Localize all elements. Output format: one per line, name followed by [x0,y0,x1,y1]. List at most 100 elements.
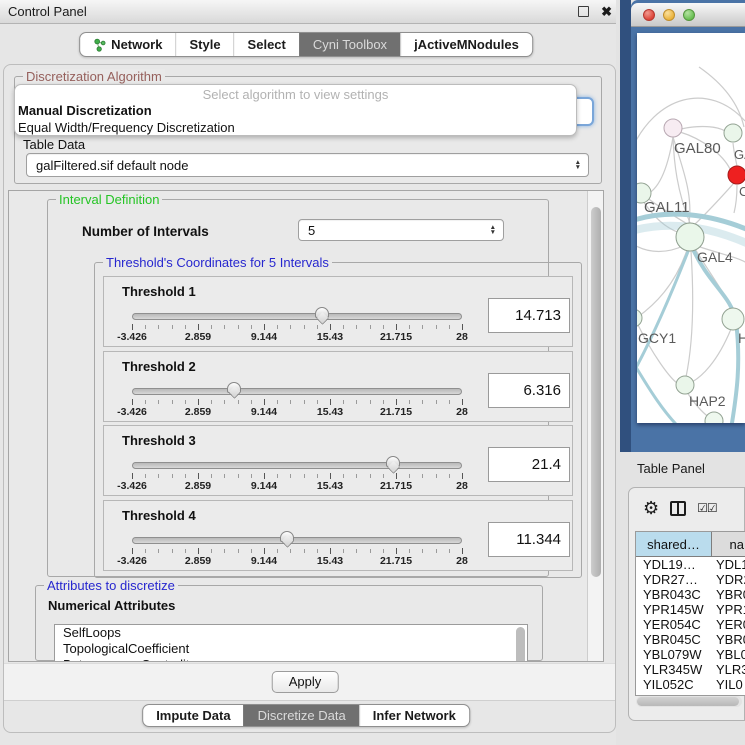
threshold-value-field[interactable] [488,298,570,333]
table-row[interactable]: YDR27…YDR2 [636,572,745,587]
tab-style[interactable]: Style [175,33,233,56]
slider-tick-label: 2.859 [185,406,211,418]
network-node[interactable] [728,166,745,184]
panel-title: Control Panel [8,4,87,19]
network-edge[interactable] [734,185,737,213]
list-scrollbar[interactable] [516,627,525,662]
table-row[interactable]: YLR345WYLR3 [636,662,745,677]
slider-track[interactable] [132,388,462,395]
tab-impute-data[interactable]: Impute Data [143,705,243,726]
tab-cyni-toolbox[interactable]: Cyni Toolbox [299,33,400,56]
threshold-value-field[interactable] [488,522,570,557]
threshold-value-field[interactable] [488,373,570,408]
network-node[interactable] [676,376,694,394]
table-hscrollbar[interactable] [636,696,742,707]
slider-thumb[interactable] [386,456,400,467]
attribute-item[interactable]: SelfLoops [55,625,527,641]
slider-tick [436,549,437,553]
slider-track[interactable] [132,537,462,544]
zoom-icon[interactable] [683,9,695,21]
slider-tick-label: -3.426 [117,331,147,343]
table-row[interactable]: YDL19…YDL1 [636,557,745,572]
close-icon[interactable]: ✖ [601,6,612,17]
table-row[interactable]: YBR045CYBR0 [636,632,745,647]
stepper-icon[interactable]: ▲▼ [490,225,496,235]
numerical-attributes-list[interactable]: SelfLoopsTopologicalCoefficientBetweenne… [54,624,528,662]
tab-label: Discretize Data [258,708,346,723]
panel-scrollbar[interactable] [587,191,604,661]
network-edge[interactable] [686,251,693,377]
checkbox-icon[interactable]: ☑☑ [697,501,717,515]
close-icon[interactable] [643,9,655,21]
popup-option[interactable]: Equal Width/Frequency Discretization [15,119,576,136]
slider-tick [449,474,450,478]
slider-track[interactable] [132,462,462,469]
slider-tick [198,473,199,479]
network-edge[interactable] [637,250,687,319]
threshold-card: Threshold 1-3.4262.8599.14415.4321.71528 [103,276,573,347]
stepper-icon[interactable]: ▲▼ [575,160,581,170]
table-header-name[interactable]: na [712,532,745,556]
table-header-shared[interactable]: shared… [636,532,712,556]
node-label: GCY1 [638,330,676,346]
slider-tick [343,474,344,478]
table-row[interactable]: YBL079WYBL0 [636,647,745,662]
network-edge[interactable] [692,329,731,382]
slider-tick [343,325,344,329]
hscrollbar-thumb[interactable] [637,697,739,706]
tab-label: Select [248,37,286,52]
slider-tick-label: 15.43 [317,480,343,492]
slider-tick [185,474,186,478]
threshold-label: Threshold 3 [122,433,196,448]
gear-icon[interactable]: ⚙ [643,499,659,517]
tab-jactivemnodules[interactable]: jActiveMNodules [400,33,532,56]
network-node[interactable] [705,412,723,423]
network-canvas[interactable]: GAL80GACGAL11GAL4GCY1HHAP2 [637,33,745,423]
cell-name: YBR0 [712,587,745,602]
slider-tick [330,324,331,330]
number-of-intervals-combobox[interactable]: 5 ▲▼ [298,219,504,241]
network-node[interactable] [676,223,704,251]
table-row[interactable]: YPR145WYPR1 [636,602,745,617]
slider-tick [264,473,265,479]
network-edge[interactable] [645,137,673,195]
tab-infer-network[interactable]: Infer Network [359,705,469,726]
thresholds-group: Threshold's Coordinates for 5 Intervals … [94,262,582,578]
attribute-item[interactable]: BetweennessCentrality [55,657,527,662]
slider-tick [277,325,278,329]
network-node[interactable] [724,124,742,142]
tab-select[interactable]: Select [234,33,299,56]
slider-thumb[interactable] [315,307,329,318]
network-edge[interactable] [699,67,744,127]
tab-network[interactable]: Network [80,33,175,56]
attribute-item[interactable]: TopologicalCoefficient [55,641,527,657]
tab-label: jActiveMNodules [414,37,519,52]
network-node[interactable] [722,308,744,330]
apply-button[interactable]: Apply [272,671,339,693]
popup-option[interactable]: Manual Discretization [15,102,576,119]
network-edge[interactable] [681,127,725,131]
network-edge-highlighted[interactable] [637,359,683,423]
threshold-card: Threshold 2-3.4262.8599.14415.4321.71528 [103,351,573,422]
threshold-value-field[interactable] [488,447,570,482]
split-view-icon[interactable] [670,501,686,516]
scrollbar-thumb[interactable] [591,207,601,577]
cell-shared-name: YBR045C [636,632,712,647]
slider-track[interactable] [132,313,462,320]
slider-tick-label: 2.859 [185,331,211,343]
table-data-combobox[interactable]: galFiltered.sif default node ▲▼ [26,153,589,177]
slider-tick [383,549,384,553]
network-node[interactable] [664,119,682,137]
network-edge-highlighted[interactable] [637,249,689,377]
float-icon[interactable] [578,6,589,17]
minimize-icon[interactable] [663,9,675,21]
slider-tick-label: 21.715 [380,406,412,418]
slider-thumb[interactable] [227,382,241,393]
network-node[interactable] [637,309,642,327]
table-row[interactable]: YBR043CYBR0 [636,587,745,602]
slider-thumb[interactable] [280,531,294,542]
slider-tick [145,325,146,329]
table-row[interactable]: YER054CYER0 [636,617,745,632]
tab-discretize-data[interactable]: Discretize Data [244,705,359,726]
table-row[interactable]: YIL052CYIL0 [636,677,745,692]
